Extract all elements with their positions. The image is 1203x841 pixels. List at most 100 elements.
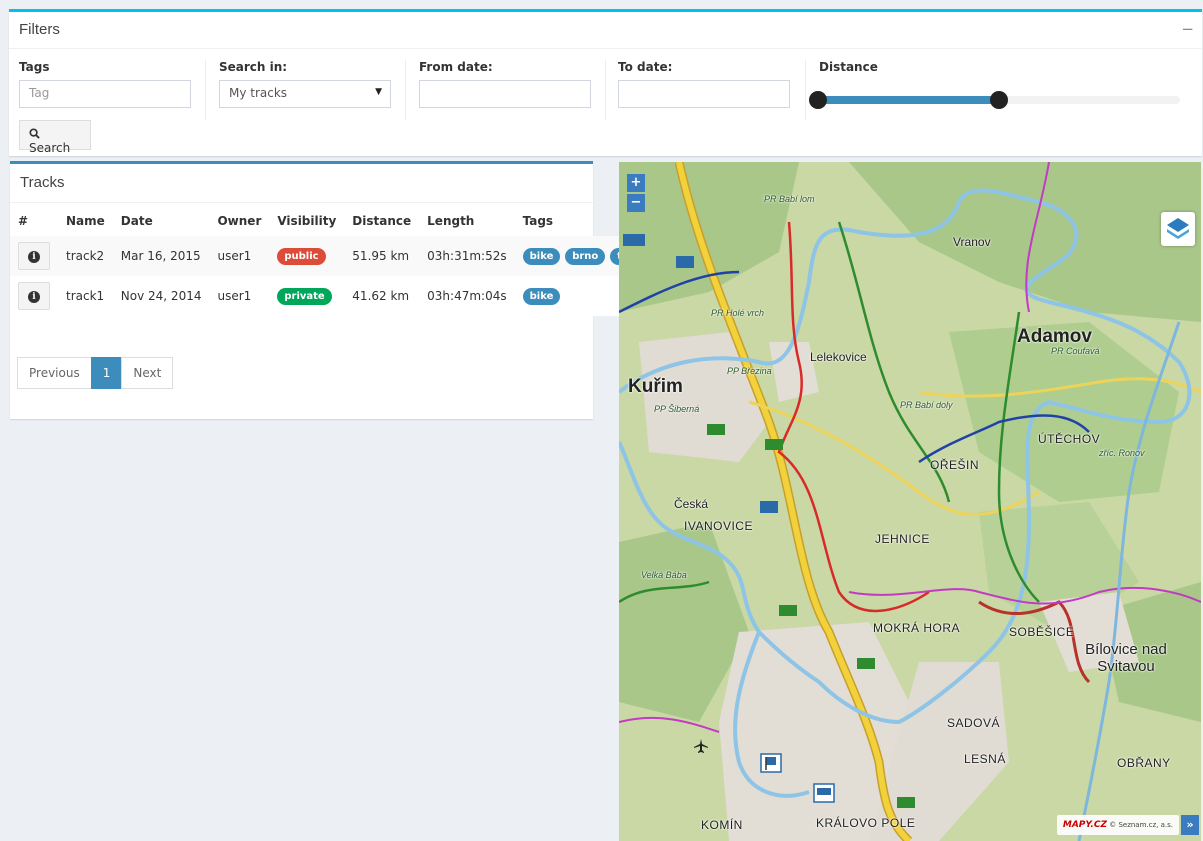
track-owner: user1: [209, 236, 270, 276]
map-label-komin: KOMÍN: [701, 818, 743, 832]
tracks-table: # Name Date Owner Visibility Distance Le…: [10, 206, 663, 316]
distance-slider-min-handle[interactable]: [809, 91, 827, 109]
table-header-row: # Name Date Owner Visibility Distance Le…: [10, 206, 662, 236]
column-header[interactable]: Owner: [209, 206, 269, 236]
search-in-value: My tracks: [229, 86, 288, 100]
distance-label: Distance: [819, 60, 878, 74]
track-name: track1: [58, 276, 113, 316]
airport-icon: [694, 739, 708, 753]
map-label-pr-coufava: PR Coufavá: [1051, 346, 1100, 356]
tracks-panel: Tracks # Name Date Owner Visibility Dist…: [10, 161, 663, 419]
track-date: Nov 24, 2014: [112, 276, 210, 316]
to-date-input[interactable]: [618, 80, 790, 108]
distance-slider-range: [818, 96, 999, 104]
column-header[interactable]: Distance: [344, 206, 419, 236]
track-info-button[interactable]: i: [18, 282, 50, 310]
start-marker-icon[interactable]: [813, 783, 835, 807]
map-label-adamov: Adamov: [1017, 326, 1092, 347]
map-label-obrany: OBŘANY: [1117, 756, 1171, 770]
attribution-text: © Seznam.cz, a.s.: [1109, 821, 1173, 829]
tags-input[interactable]: Tag: [19, 80, 191, 108]
map-view[interactable]: Adamov Kuřim Lelekovice Vranov ÚTĚCHOV O…: [619, 162, 1201, 841]
collapse-button[interactable]: −: [1181, 20, 1194, 38]
track-length: 03h:31m:52s: [419, 236, 515, 276]
filters-panel: Filters − Tags Tag Search in: My tracks …: [9, 9, 1202, 156]
column-header[interactable]: Length: [419, 206, 514, 236]
from-date-filter: From date:: [419, 60, 591, 108]
map-label-velka-baba: Velká Bába: [641, 570, 687, 580]
map-label-vranov: Vranov: [953, 235, 991, 249]
map-label-zric-ronov: zříc. Ronov: [1099, 448, 1145, 458]
filter-divider: [805, 60, 806, 120]
to-date-label: To date:: [618, 60, 673, 74]
pagination-page[interactable]: 1: [90, 357, 123, 389]
map-label-lelekovice: Lelekovice: [810, 350, 867, 364]
map-label-pr-hole-vrch: PR Holé vrch: [711, 308, 765, 318]
distance-filter: Distance: [819, 60, 878, 74]
zoom-in-button[interactable]: +: [627, 174, 645, 192]
track-length: 03h:47m:04s: [419, 276, 515, 316]
search-button[interactable]: Search: [19, 120, 91, 155]
visibility-badge: private: [277, 287, 332, 305]
search-in-label: Search in:: [219, 60, 288, 74]
pagination-next[interactable]: Next: [121, 357, 174, 389]
tags-label: Tags: [19, 60, 50, 74]
map-label-pr-babi-doly: PR Babí doly: [900, 400, 953, 410]
from-date-input[interactable]: [419, 80, 591, 108]
filter-divider: [205, 60, 206, 120]
map-label-utechov: ÚTĚCHOV: [1038, 432, 1101, 446]
column-header[interactable]: Visibility: [269, 206, 344, 236]
column-header[interactable]: #: [10, 206, 58, 236]
track-distance: 51.95 km: [344, 236, 420, 276]
search-in-select[interactable]: My tracks ▼: [219, 80, 391, 108]
mapy-cz-logo: MAPY.CZ: [1062, 820, 1107, 830]
tracks-title: Tracks: [20, 174, 65, 191]
track-name: track2: [58, 236, 113, 276]
filters-title: Filters: [19, 21, 60, 38]
map-label-bilovice: Bílovice nad Svitavou: [1085, 641, 1167, 675]
map-label-pp-brezina: PP Březina: [727, 366, 772, 376]
pagination-previous[interactable]: Previous: [17, 357, 92, 389]
map-label-ceska: Česká: [674, 497, 709, 511]
tags-filter: Tags Tag: [19, 60, 191, 108]
expand-button[interactable]: »: [1181, 815, 1199, 835]
filter-divider: [405, 60, 406, 120]
track-date: Mar 16, 2015: [112, 236, 210, 276]
track-owner: user1: [209, 276, 270, 316]
search-button-label: Search: [29, 141, 71, 155]
select-caret-icon: ▼: [375, 87, 382, 97]
table-row[interactable]: i track1 Nov 24, 2014 user1 private 41.6…: [10, 276, 663, 316]
zoom-out-button[interactable]: −: [627, 194, 645, 212]
column-header[interactable]: Date: [113, 206, 210, 236]
map-label-pp-siberna: PP Šiberná: [654, 404, 700, 414]
track-distance: 41.62 km: [344, 276, 420, 316]
table-row[interactable]: i track2 Mar 16, 2015 user1 public 51.95…: [10, 236, 663, 276]
distance-slider[interactable]: [809, 91, 1180, 109]
filter-divider: [605, 60, 606, 120]
track-info-button[interactable]: i: [18, 242, 50, 270]
tag-badge[interactable]: brno: [565, 247, 606, 265]
layers-button[interactable]: [1161, 212, 1195, 246]
map-label-pp-babi-lom: PR Babí lom: [764, 194, 815, 204]
map-label-lesna: LESNÁ: [964, 752, 1006, 766]
map-label-sadova: SADOVÁ: [947, 716, 1001, 730]
from-date-label: From date:: [419, 60, 493, 74]
info-icon: i: [28, 291, 40, 303]
filters-header: Filters −: [9, 12, 1202, 49]
map-attribution[interactable]: MAPY.CZ © Seznam.cz, a.s.: [1056, 815, 1179, 835]
search-icon: [29, 128, 40, 139]
tag-badge[interactable]: bike: [522, 287, 561, 305]
flag-marker-icon[interactable]: [760, 753, 782, 777]
map-label-sobesice: SOBĚŠICE: [1009, 625, 1075, 639]
to-date-filter: To date:: [618, 60, 790, 108]
map-label-jehnice: JEHNICE: [875, 532, 930, 546]
distance-slider-max-handle[interactable]: [990, 91, 1008, 109]
search-in-filter: Search in: My tracks ▼: [219, 60, 391, 108]
info-icon: i: [28, 251, 40, 263]
layers-icon: [1167, 218, 1189, 239]
column-header[interactable]: Name: [58, 206, 113, 236]
map-label-ivanovice: IVANOVICE: [684, 519, 753, 533]
map-label-kralovo-pole: KRÁLOVO POLE: [816, 816, 916, 830]
map-label-kurim: Kuřim: [628, 376, 683, 397]
tag-badge[interactable]: bike: [522, 247, 561, 265]
